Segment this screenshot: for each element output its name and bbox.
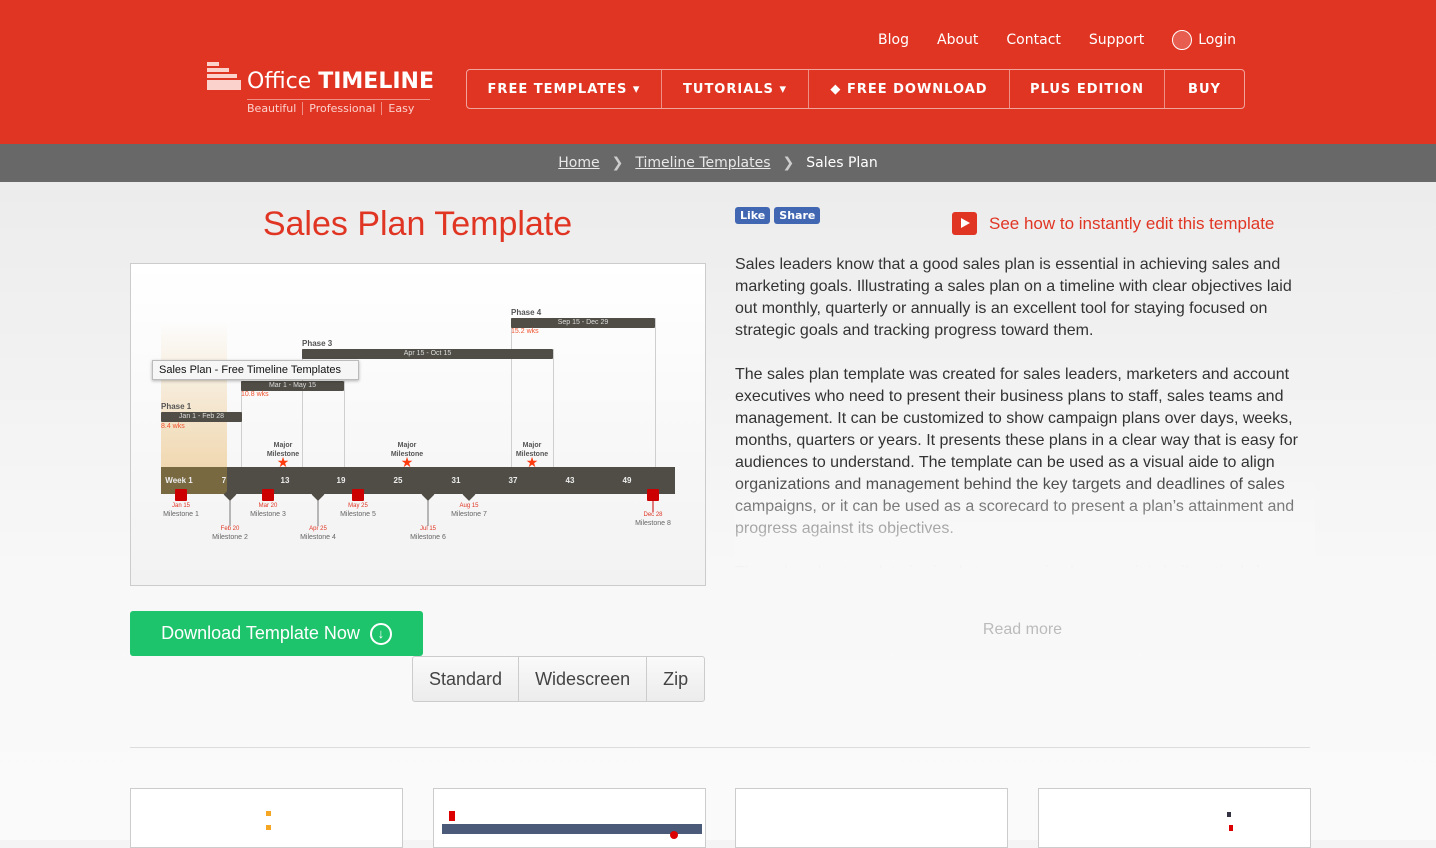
milestone-square-marker: [647, 489, 659, 501]
link-contact[interactable]: Contact: [1006, 32, 1060, 48]
related-template-thumbnail[interactable]: [735, 788, 1008, 848]
week-label: 31: [451, 476, 461, 485]
description-paragraph: The sales plan template is simple to cus…: [735, 564, 1269, 580]
format-standard-button[interactable]: Standard: [413, 657, 520, 701]
format-widescreen-button[interactable]: Widescreen: [519, 657, 648, 701]
description-paragraph: The sales plan template was created for …: [735, 366, 1298, 537]
user-icon: [1172, 30, 1193, 50]
login-link[interactable]: Login: [1172, 30, 1236, 50]
milestone-square-marker: [352, 489, 364, 501]
tagline-1: Beautiful: [247, 102, 297, 115]
milestone-name: Milestone 1: [163, 511, 199, 518]
breadcrumb-separator: ❯: [782, 155, 795, 171]
milestone-date: Jul 15: [419, 526, 437, 532]
read-more-link[interactable]: Read more: [935, 621, 1110, 639]
top-links: Blog About Contact Support Login: [878, 30, 1236, 50]
login-label: Login: [1198, 32, 1236, 48]
phase-line: [655, 318, 656, 467]
related-template-thumbnail[interactable]: [433, 788, 706, 848]
milestone-name: Milestone 3: [250, 511, 286, 518]
star-icon: ★: [276, 454, 290, 470]
phase-bar: Sep 15 - Dec 29: [511, 318, 655, 328]
phase-label: Phase 3: [302, 339, 333, 348]
week-label: 7: [221, 476, 227, 485]
milestone-date: Dec 28: [643, 512, 663, 518]
template-preview-image[interactable]: Phase 1 Jan 1 - Feb 28 8.4 wks Mar 1 - M…: [130, 263, 706, 586]
format-zip-button[interactable]: Zip: [647, 657, 704, 701]
milestone-square-marker: [262, 489, 274, 501]
nav-buy[interactable]: BUY: [1165, 70, 1244, 108]
milestone-date: Feb 20: [220, 526, 240, 532]
week-label: 37: [508, 476, 518, 485]
nav-tutorials[interactable]: TUTORIALS ▾: [662, 70, 809, 108]
week-label: 25: [393, 476, 403, 485]
link-support[interactable]: Support: [1089, 32, 1144, 48]
week-label: 49: [622, 476, 632, 485]
star-icon: ★: [525, 454, 539, 470]
milestone-name: Milestone 2: [212, 534, 248, 541]
milestone-name: Milestone 6: [410, 534, 446, 541]
milestone-date: Jan 15: [171, 503, 191, 509]
facebook-share-button[interactable]: Share: [774, 207, 821, 224]
milestone-name: Milestone 5: [340, 511, 376, 518]
breadcrumb: Home ❯ Timeline Templates ❯ Sales Plan: [0, 144, 1436, 182]
section-divider: [130, 747, 1310, 748]
download-circle-icon: ↓: [369, 622, 392, 645]
office-timeline-logo[interactable]: Office TIMELINE Beautiful Professional Eas…: [207, 62, 434, 117]
logo-icon: [207, 62, 241, 90]
description-paragraph: Sales leaders know that a good sales pla…: [735, 256, 1292, 339]
site-header: Office TIMELINE Beautiful Professional Eas…: [0, 0, 1436, 144]
phase-bar: Mar 1 - May 15: [241, 381, 344, 391]
milestone-date: May 25: [348, 503, 368, 509]
page-title: Sales Plan Template: [262, 205, 573, 243]
format-selector: Standard Widescreen Zip: [412, 656, 706, 702]
week-label: Week 1: [165, 476, 193, 485]
week-label: 13: [280, 476, 290, 485]
download-template-button[interactable]: Download Template Now ↓: [130, 611, 423, 656]
nav-free-templates[interactable]: FREE TEMPLATES ▾: [467, 70, 662, 108]
tagline-3: Easy: [381, 102, 414, 115]
breadcrumb-timeline-templates[interactable]: Timeline Templates: [635, 155, 770, 171]
phase-bar: Jan 1 - Feb 28: [161, 412, 242, 422]
star-icon: ★: [400, 454, 414, 470]
phase-duration: 8.4 wks: [161, 423, 185, 430]
related-template-thumbnail[interactable]: [130, 788, 403, 848]
video-tutorial-link[interactable]: See how to instantly edit this template: [952, 212, 1274, 235]
main-nav: FREE TEMPLATES ▾ TUTORIALS ▾ ◆ FREE DOWN…: [466, 69, 1245, 109]
tagline-2: Professional: [302, 102, 375, 115]
play-icon: [952, 212, 977, 235]
milestone-date: Mar 20: [258, 503, 278, 509]
milestone-square-marker: [175, 489, 187, 501]
logo-word-office: Office: [247, 69, 312, 94]
milestone-name: Milestone 4: [300, 534, 336, 541]
phase-label: Phase 1: [161, 402, 192, 411]
related-template-thumbnail[interactable]: [1038, 788, 1311, 848]
week-label: 43: [565, 476, 575, 485]
timeline-bar: [161, 467, 675, 494]
breadcrumb-current: Sales Plan: [806, 155, 878, 171]
phase-bar: Apr 15 - Oct 15: [302, 349, 553, 359]
phase-line: [344, 381, 345, 467]
image-tooltip: Sales Plan - Free Timeline Templates: [152, 360, 359, 380]
nav-free-download[interactable]: ◆ FREE DOWNLOAD: [809, 70, 1010, 108]
logo-word-timeline: TIMELINE: [318, 69, 434, 94]
milestone-name: Milestone 8: [635, 520, 671, 527]
link-blog[interactable]: Blog: [878, 32, 909, 48]
facebook-buttons: Like Share: [735, 207, 821, 224]
download-label: Download Template Now: [161, 623, 360, 643]
phase-duration: 15.2 wks: [511, 328, 539, 335]
video-link-label: See how to instantly edit this template: [989, 213, 1275, 233]
milestone-name: Milestone 7: [451, 511, 487, 518]
breadcrumb-home[interactable]: Home: [558, 155, 599, 171]
nav-plus-edition[interactable]: PLUS EDITION: [1010, 70, 1165, 108]
link-about[interactable]: About: [937, 32, 978, 48]
breadcrumb-separator: ❯: [611, 155, 624, 171]
week-label: 19: [336, 476, 346, 485]
phase-duration: 10.8 wks: [241, 391, 269, 398]
template-description: Sales leaders know that a good sales pla…: [735, 254, 1315, 580]
milestone-date: Apr 25: [309, 526, 327, 532]
phase-label: Phase 4: [511, 308, 542, 317]
milestone-date: Aug 15: [459, 503, 479, 509]
facebook-like-button[interactable]: Like: [735, 207, 771, 224]
